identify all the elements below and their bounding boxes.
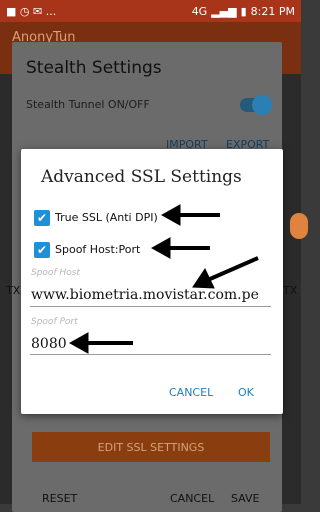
arrow-icon (68, 332, 133, 354)
arrow-icon (160, 204, 220, 226)
annotation-arrows (68, 204, 259, 354)
arrow-icon (150, 237, 210, 259)
arrow-icon (192, 256, 259, 289)
